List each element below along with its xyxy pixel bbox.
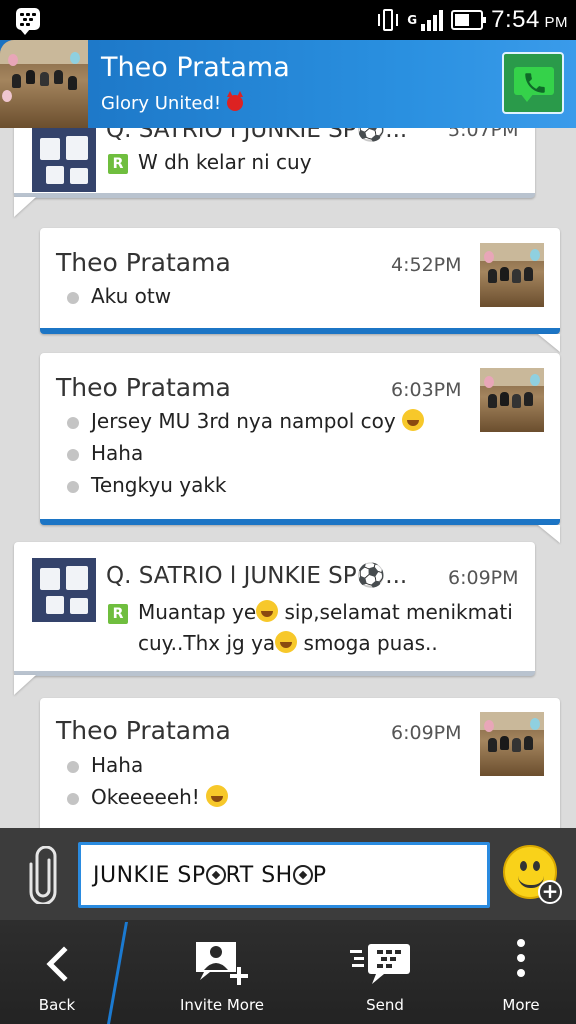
send-label: Send: [366, 996, 404, 1014]
invite-more-button[interactable]: Invite More: [152, 920, 292, 1024]
read-receipt-icon: R: [108, 154, 128, 174]
sender-avatar: [32, 128, 96, 192]
battery-icon: [451, 10, 487, 30]
message-time: 6:09PM: [448, 567, 519, 589]
message-bubble-outgoing[interactable]: Theo Pratama 6:09PM Haha Okeeeeeh!: [40, 698, 560, 828]
overflow-dots-icon: [517, 939, 525, 977]
more-button[interactable]: More: [476, 920, 566, 1024]
message-time: 5:07PM: [448, 128, 519, 141]
status-bar: G 7:54 PM: [0, 0, 576, 40]
message-sender: Theo Pratama: [56, 716, 231, 745]
conversation-list[interactable]: Q. SATRIO l JUNKIE SP⚽️... 5:07PM RW dh …: [0, 128, 576, 828]
read-receipt-icon: R: [108, 604, 128, 624]
message-bubble-outgoing[interactable]: Theo Pratama 6:03PM Jersey MU 3rd nya na…: [40, 353, 560, 525]
message-text: Aku otw: [91, 284, 172, 308]
soccer-ball-emoji-icon: [292, 865, 313, 885]
bullet: [67, 417, 79, 429]
message-text: Haha: [91, 441, 144, 465]
contact-avatar[interactable]: [0, 40, 88, 128]
vibrate-icon: [377, 8, 399, 32]
action-bar: Back Invite More Send More: [0, 920, 576, 1024]
contact-name: Theo Pratama: [101, 52, 290, 83]
devil-emoji-icon: [227, 91, 244, 111]
phone-icon: [525, 73, 545, 93]
message-sender: Q. SATRIO l JUNKIE SP⚽️...: [106, 563, 408, 589]
paperclip-icon: [29, 845, 57, 906]
attach-button[interactable]: [28, 845, 58, 906]
message-time: 6:09PM: [391, 722, 462, 744]
message-bubble-incoming[interactable]: Q. SATRIO l JUNKIE SP⚽️... 6:09PM R Muant…: [14, 542, 535, 676]
message-sender: Q. SATRIO l JUNKIE SP⚽️...: [106, 128, 408, 143]
hug-emoji-icon: [275, 631, 298, 653]
message-text: R Muantap ye sip,selamat menikmati: [108, 600, 513, 624]
message-text: Jersey MU 3rd nya nampol coy: [91, 409, 425, 433]
signal-icon: G: [407, 9, 444, 31]
sender-avatar: [480, 712, 544, 776]
message-text: Okeeeeeh!: [91, 785, 229, 809]
message-text: Haha: [91, 753, 144, 777]
message-bubble-outgoing[interactable]: Theo Pratama 4:52PM Aku otw: [40, 228, 560, 334]
send-button[interactable]: Send: [330, 920, 440, 1024]
back-button[interactable]: Back: [0, 920, 114, 1024]
bbm-notification-icon: [16, 8, 40, 35]
message-sender: Theo Pratama: [56, 373, 231, 402]
contact-status: Glory United!: [101, 91, 244, 114]
starstruck-emoji-icon: [256, 600, 279, 622]
bullet: [67, 481, 79, 493]
invite-more-label: Invite More: [179, 996, 265, 1014]
more-label: More: [502, 996, 540, 1014]
soccer-ball-emoji-icon: [205, 865, 226, 885]
back-label: Back: [38, 996, 76, 1014]
bullet: [67, 761, 79, 773]
bullet: [67, 449, 79, 461]
clock: 7:54 PM: [491, 6, 568, 33]
message-time: 4:52PM: [391, 254, 462, 276]
laughing-emoji-icon: [402, 409, 425, 431]
bbm-send-icon: [350, 944, 410, 984]
sender-avatar: [480, 243, 544, 307]
compose-bar: JUNKIE SP RT SH P +: [0, 828, 576, 920]
message-text: cuy..Thx jg ya smoga puas..: [138, 631, 438, 655]
grin-emoji-icon: [206, 785, 229, 807]
message-text: RW dh kelar ni cuy: [108, 150, 312, 174]
bullet: [67, 793, 79, 805]
message-bubble-incoming[interactable]: Q. SATRIO l JUNKIE SP⚽️... 5:07PM RW dh …: [14, 128, 535, 198]
add-contact-icon: [196, 942, 248, 985]
bullet: [67, 292, 79, 304]
message-text: Tengkyu yakk: [91, 473, 227, 497]
sender-avatar: [32, 558, 96, 622]
chat-header: Theo Pratama Glory United!: [0, 40, 576, 128]
plus-icon: +: [538, 880, 562, 904]
message-time: 6:03PM: [391, 379, 462, 401]
message-sender: Theo Pratama: [56, 248, 231, 277]
sender-avatar: [480, 368, 544, 432]
chevron-left-icon: [46, 946, 68, 982]
message-input[interactable]: JUNKIE SP RT SH P: [78, 842, 490, 908]
voice-call-button[interactable]: [502, 52, 564, 114]
